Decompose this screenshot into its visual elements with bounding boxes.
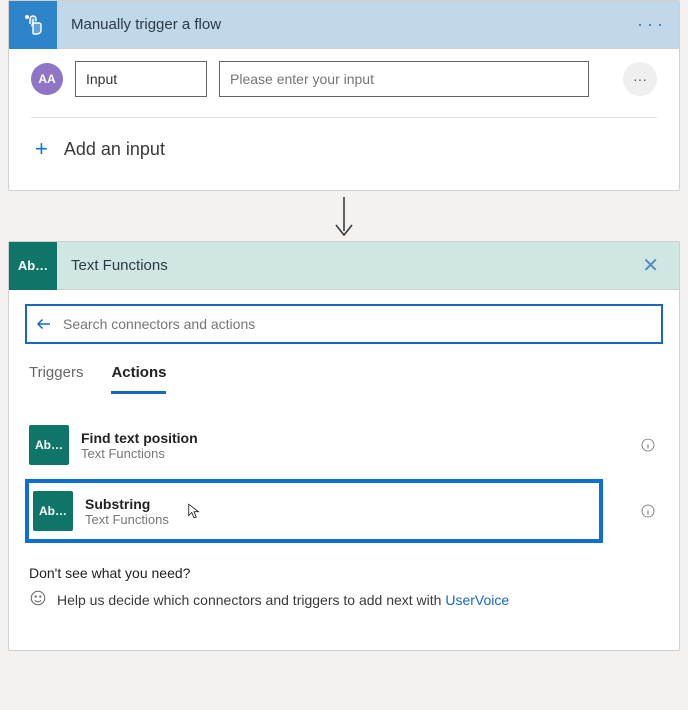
tab-actions[interactable]: Actions <box>111 364 166 394</box>
search-box <box>25 304 663 344</box>
uservoice-link[interactable]: UserVoice <box>445 592 509 608</box>
action-picker-card: Ab… Text Functions ✕ Triggers Actions Ab… <box>8 241 680 651</box>
flow-arrow-icon <box>0 195 688 239</box>
text-param-icon: AA <box>31 63 63 95</box>
text-functions-icon: Ab… <box>33 491 73 531</box>
action-name: Substring <box>85 496 169 512</box>
add-input-label: Add an input <box>64 139 165 160</box>
search-input[interactable] <box>55 316 653 332</box>
action-find-text-position[interactable]: Ab… Find text position Text Functions <box>25 417 639 473</box>
add-input-button[interactable]: + Add an input <box>31 118 657 184</box>
trigger-header: Manually trigger a flow ··· <box>9 1 679 49</box>
action-substring[interactable]: Ab… Substring Text Functions <box>25 479 603 543</box>
input-row: AA ··· <box>31 61 657 97</box>
info-icon[interactable] <box>639 436 657 454</box>
info-icon[interactable] <box>639 502 657 520</box>
action-name: Find text position <box>81 430 198 446</box>
input-name-field[interactable] <box>75 61 207 97</box>
picker-body: Triggers Actions Ab… Find text position … <box>9 290 679 650</box>
action-list: Ab… Find text position Text Functions Ab… <box>25 417 663 543</box>
trigger-title: Manually trigger a flow <box>57 16 637 33</box>
trigger-body: AA ··· + Add an input <box>9 49 679 190</box>
back-arrow-icon[interactable] <box>33 315 55 333</box>
picker-header: Ab… Text Functions ✕ <box>9 242 679 290</box>
picker-footer: Don't see what you need? Help us decide … <box>29 565 659 610</box>
action-connector: Text Functions <box>85 512 169 527</box>
trigger-menu-button[interactable]: ··· <box>637 14 667 35</box>
tabs: Triggers Actions <box>29 364 659 395</box>
action-connector: Text Functions <box>81 446 198 461</box>
footer-question: Don't see what you need? <box>29 565 659 581</box>
smile-icon <box>29 589 47 610</box>
text-functions-icon: Ab… <box>29 425 69 465</box>
trigger-card: Manually trigger a flow ··· AA ··· + Add… <box>8 0 680 191</box>
tab-triggers[interactable]: Triggers <box>29 364 83 394</box>
close-button[interactable]: ✕ <box>634 249 667 282</box>
input-value-field[interactable] <box>219 61 589 97</box>
input-row-menu-button[interactable]: ··· <box>623 62 657 96</box>
footer-help-text: Help us decide which connectors and trig… <box>57 592 509 608</box>
picker-title: Text Functions <box>57 257 634 274</box>
text-functions-icon: Ab… <box>9 242 57 290</box>
plus-icon: + <box>35 136 48 162</box>
touch-icon <box>9 1 57 49</box>
